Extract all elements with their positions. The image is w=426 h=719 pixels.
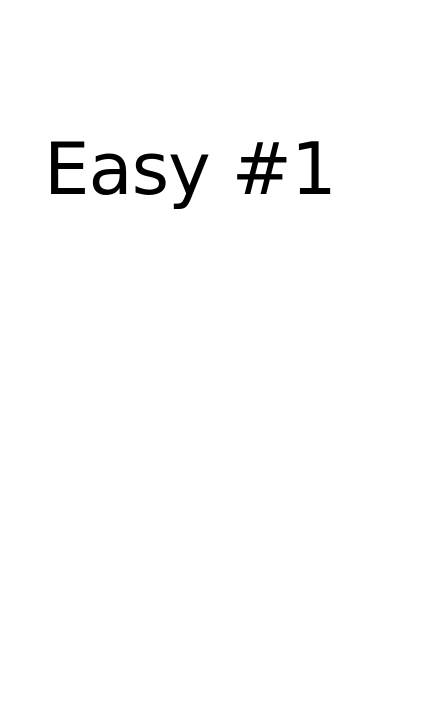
screen: Easy #1 <box>0 0 426 719</box>
page-title: Easy #1 <box>44 127 337 211</box>
